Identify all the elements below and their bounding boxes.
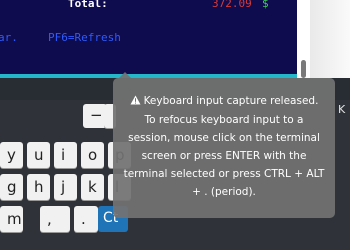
terminal-scrollbar[interactable]	[297, 0, 310, 78]
key-comma[interactable]: ,	[40, 206, 70, 232]
key-g[interactable]: g	[0, 174, 23, 200]
key-m[interactable]: m	[0, 206, 23, 232]
tooltip-title: Keyboard input capture released.	[143, 95, 319, 107]
screen: Total: 372.09 $ ar. PF6=Refresh − y u i …	[0, 0, 350, 250]
keyboard-capture-tooltip: Keyboard input capture released. To refo…	[113, 78, 335, 218]
key-period[interactable]: .	[74, 206, 98, 232]
key-k[interactable]: k	[81, 174, 104, 200]
scrollbar-thumb[interactable]	[301, 60, 306, 78]
currency-symbol: $	[262, 0, 269, 10]
refresh-key-hint: PF6=Refresh	[48, 31, 121, 44]
tooltip-message: To refocus keyboard input to a session, …	[123, 114, 325, 198]
total-value: 372.09	[212, 0, 252, 10]
terminal-screen[interactable]: Total: 372.09 $ ar. PF6=Refresh	[0, 0, 297, 78]
keyboard-right-label: K	[338, 103, 346, 116]
total-label: Total:	[68, 0, 108, 10]
function-key-hint-truncated: ar.	[0, 31, 18, 44]
key-j[interactable]: j	[54, 174, 77, 200]
key-y[interactable]: y	[0, 142, 23, 168]
key-i[interactable]: i	[54, 142, 77, 168]
key-o[interactable]: o	[81, 142, 104, 168]
page-edge	[310, 0, 350, 78]
warning-icon	[130, 93, 141, 111]
key-u[interactable]: u	[27, 142, 50, 168]
key-h[interactable]: h	[27, 174, 50, 200]
